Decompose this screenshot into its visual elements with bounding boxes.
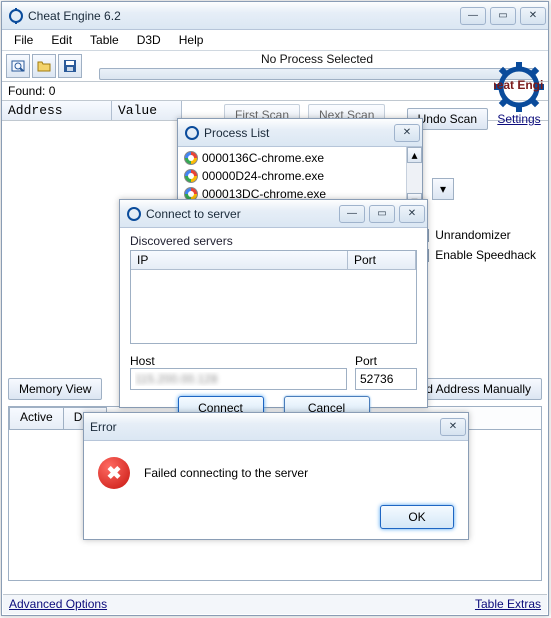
- scroll-up-icon[interactable]: ▴: [407, 147, 422, 163]
- chrome-icon: [184, 151, 198, 165]
- scan-type-dropdown[interactable]: ▾: [432, 178, 454, 200]
- found-label: Found: 0: [2, 81, 548, 101]
- unrandomizer-label: Unrandomizer: [435, 228, 510, 242]
- progress-bar: [99, 68, 535, 80]
- toolbar: No Process Selected: [2, 51, 548, 81]
- main-titlebar[interactable]: Cheat Engine 6.2 — ▭ ✕: [2, 2, 548, 30]
- connect-title: Connect to server: [146, 207, 339, 221]
- connect-close-button[interactable]: ✕: [399, 205, 425, 223]
- error-dialog: Error ✕ ✖ Failed connecting to the serve…: [83, 412, 469, 540]
- settings-area: Cheat Engine Settings: [492, 62, 546, 126]
- proclist-close-button[interactable]: ✕: [394, 124, 420, 142]
- svg-text:Cheat Engine: Cheat Engine: [494, 78, 544, 92]
- process-name: 0000136C-chrome.exe: [202, 151, 324, 165]
- process-row[interactable]: 00000D24-chrome.exe: [182, 167, 418, 185]
- app-icon: [126, 206, 142, 222]
- menubar: File Edit Table D3D Help: [2, 30, 548, 51]
- port-label: Port: [355, 354, 417, 368]
- main-title: Cheat Engine 6.2: [28, 9, 460, 23]
- settings-link[interactable]: Settings: [492, 112, 546, 126]
- ok-button[interactable]: OK: [380, 505, 454, 529]
- error-titlebar[interactable]: Error ✕: [84, 413, 468, 441]
- connect-minimize-button[interactable]: —: [339, 205, 365, 223]
- host-input[interactable]: [130, 368, 347, 390]
- speedhack-label: Enable Speedhack: [435, 248, 536, 262]
- connect-maximize-button[interactable]: ▭: [369, 205, 395, 223]
- menu-d3d[interactable]: D3D: [129, 31, 169, 49]
- connect-window: Connect to server — ▭ ✕ Discovered serve…: [119, 199, 428, 408]
- col-value[interactable]: Value: [112, 101, 182, 120]
- error-close-button[interactable]: ✕: [440, 418, 466, 436]
- close-button[interactable]: ✕: [520, 7, 546, 25]
- menu-file[interactable]: File: [6, 31, 41, 49]
- process-row[interactable]: 0000136C-chrome.exe: [182, 149, 418, 167]
- discovered-label: Discovered servers: [130, 234, 417, 248]
- app-icon: [184, 125, 200, 141]
- save-button[interactable]: [58, 54, 82, 78]
- menu-help[interactable]: Help: [171, 31, 212, 49]
- col-port[interactable]: Port: [348, 251, 416, 269]
- minimize-button[interactable]: —: [460, 7, 486, 25]
- menu-edit[interactable]: Edit: [43, 31, 80, 49]
- chrome-icon: [184, 169, 198, 183]
- app-icon: [8, 8, 24, 24]
- col-address[interactable]: Address: [2, 101, 112, 120]
- tab-active[interactable]: Active: [9, 407, 64, 429]
- process-label: No Process Selected: [261, 52, 373, 66]
- server-list[interactable]: IP Port: [130, 250, 417, 344]
- proclist-title: Process List: [204, 126, 394, 140]
- table-extras-link[interactable]: Table Extras: [475, 597, 541, 612]
- process-list-window: Process List ✕ 0000136C-chrome.exe 00000…: [177, 118, 423, 210]
- error-icon: ✖: [98, 457, 130, 489]
- logo-icon: Cheat Engine: [494, 62, 544, 112]
- open-file-button[interactable]: [32, 54, 56, 78]
- port-input[interactable]: [355, 368, 417, 390]
- connect-titlebar[interactable]: Connect to server — ▭ ✕: [120, 200, 427, 228]
- error-title: Error: [90, 420, 440, 434]
- col-ip[interactable]: IP: [131, 251, 348, 269]
- advanced-options-link[interactable]: Advanced Options: [9, 597, 107, 612]
- proclist-titlebar[interactable]: Process List ✕: [178, 119, 422, 147]
- maximize-button[interactable]: ▭: [490, 7, 516, 25]
- open-process-button[interactable]: [6, 54, 30, 78]
- host-label: Host: [130, 354, 347, 368]
- process-name: 00000D24-chrome.exe: [202, 169, 324, 183]
- memory-view-button[interactable]: Memory View: [8, 378, 102, 400]
- menu-table[interactable]: Table: [82, 31, 127, 49]
- error-message: Failed connecting to the server: [144, 466, 308, 480]
- statusbar: Advanced Options Table Extras: [3, 594, 547, 614]
